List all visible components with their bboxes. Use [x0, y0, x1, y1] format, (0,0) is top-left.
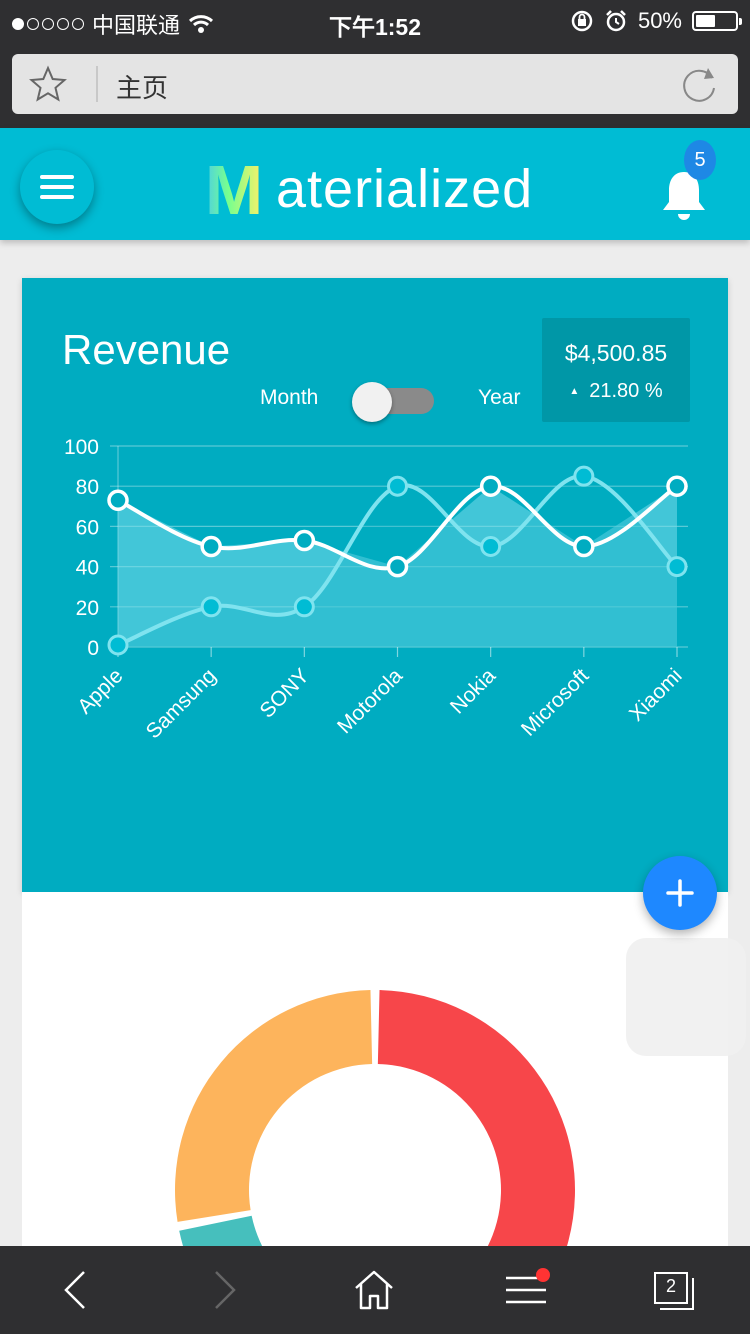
x-tick-label: Apple — [73, 664, 127, 718]
y-tick-label: 80 — [76, 476, 99, 499]
donut-slice — [175, 990, 373, 1222]
toggle-month-label: Month — [260, 386, 319, 409]
notification-badge[interactable]: 5 — [684, 140, 716, 180]
browser-toolbar — [0, 1246, 750, 1334]
logo-m-icon: M — [205, 156, 263, 218]
status-bar: 中国联通 下午1:52 50% — [0, 0, 750, 42]
hamburger-icon — [40, 175, 74, 179]
x-tick-label: SONY — [256, 664, 314, 722]
reload-icon[interactable] — [678, 64, 720, 106]
y-tick-label: 40 — [76, 557, 99, 580]
app-header: M aterialized — [0, 128, 750, 240]
data-point — [293, 596, 315, 618]
y-tick-label: 60 — [76, 516, 99, 539]
data-point — [666, 475, 688, 497]
donut-chart — [175, 990, 575, 1246]
address-bar[interactable]: 主页 — [12, 54, 738, 114]
data-point — [200, 535, 222, 558]
y-tick-label: 100 — [64, 436, 99, 459]
tabs-count: 2 — [665, 1276, 676, 1296]
x-tick-label: Samsung — [142, 664, 221, 743]
data-point — [573, 465, 595, 487]
data-point — [479, 475, 502, 497]
home-icon[interactable] — [350, 1266, 398, 1314]
data-point — [480, 536, 502, 557]
revenue-stat-box: $4,500.85 ▲ 21.80 % — [542, 318, 690, 422]
arrow-up-icon: ▲ — [569, 386, 580, 398]
browser-bar: 主页 — [0, 42, 750, 128]
revenue-card: 0 20 40 60 80 100 Apple Samsung SONY Motorola Noki… — [22, 278, 728, 892]
month-year-switch[interactable] — [352, 382, 440, 422]
data-point — [387, 475, 408, 497]
revenue-change-value: 21.80 % — [589, 380, 663, 402]
rotation-lock-icon — [571, 10, 593, 32]
data-point — [666, 556, 688, 578]
bookmark-star-icon[interactable] — [28, 64, 68, 104]
x-tick-label: Nokia — [446, 664, 500, 718]
x-tick-label: Microsoft — [517, 664, 594, 741]
revenue-change: ▲ 21.80 % — [542, 380, 690, 403]
page-title-address[interactable]: 主页 — [116, 68, 168, 105]
x-tick-label: Xiaomi — [625, 664, 687, 726]
data-point — [107, 634, 129, 656]
data-point — [573, 535, 595, 558]
tabs-button[interactable]: 2 — [654, 1272, 694, 1310]
data-point — [107, 489, 129, 512]
status-right: 50% — [570, 8, 742, 34]
switch-thumb[interactable] — [352, 382, 392, 422]
y-tick-label: 0 — [87, 637, 99, 660]
brand-logo: M aterialized — [200, 154, 533, 218]
battery-percent: 50% — [637, 8, 682, 33]
data-point — [293, 529, 316, 552]
period-toggle: Month Year — [260, 378, 540, 422]
floating-assistive-button[interactable] — [626, 938, 746, 1056]
revenue-title: Revenue — [62, 326, 231, 373]
logo-letter: M — [205, 156, 263, 218]
data-point — [386, 555, 409, 578]
alarm-icon — [606, 10, 626, 32]
back-icon[interactable] — [52, 1266, 100, 1314]
y-tick-label: 20 — [76, 597, 99, 620]
donut-slice — [179, 1215, 263, 1246]
x-tick-label: Motorola — [333, 664, 407, 738]
menu-button[interactable] — [20, 150, 94, 224]
forward-icon[interactable] — [200, 1266, 248, 1314]
brand-name: aterialized — [276, 159, 534, 219]
revenue-amount: $4,500.85 — [564, 340, 668, 366]
plus-icon — [666, 879, 694, 907]
menu-notification-dot — [536, 1268, 550, 1282]
battery-icon — [692, 11, 742, 31]
address-separator — [96, 66, 98, 102]
data-point — [200, 596, 222, 618]
toggle-year-label: Year — [478, 386, 521, 409]
add-fab-button[interactable] — [643, 856, 717, 930]
